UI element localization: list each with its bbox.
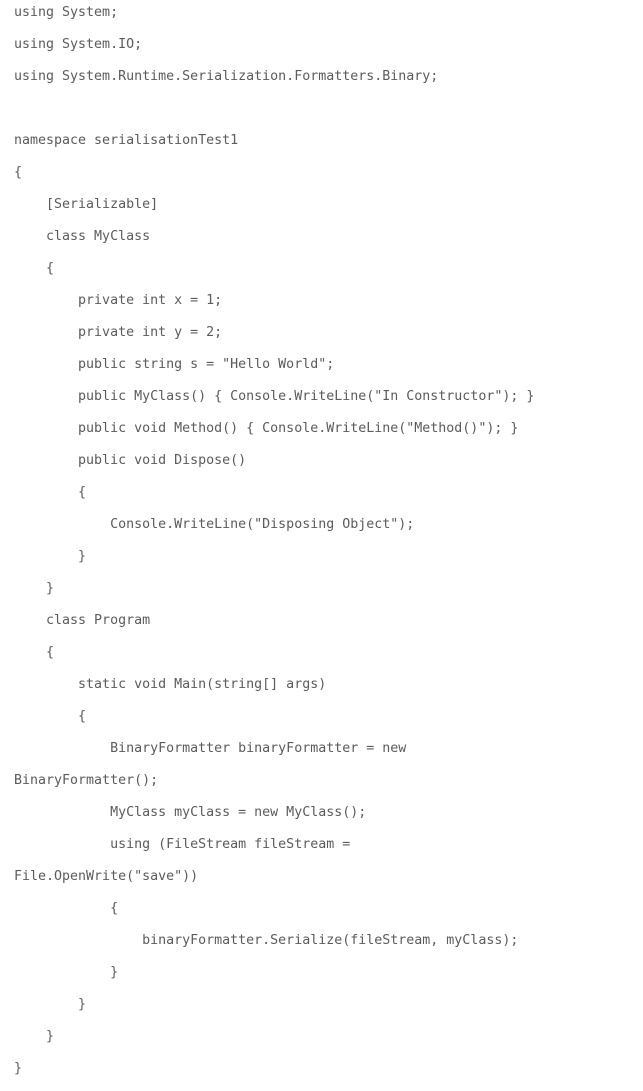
code-line: { [14, 165, 23, 180]
code-line: [Serializable] [14, 197, 159, 212]
code-line: binaryFormatter.Serialize(fileStream, my… [14, 933, 519, 948]
code-line: File.OpenWrite("save")) [14, 869, 199, 884]
code-line: MyClass myClass = new MyClass(); [14, 805, 367, 820]
code-line: public string s = "Hello World"; [14, 357, 335, 372]
code-line: using (FileStream fileStream = [14, 837, 351, 852]
code-line: BinaryFormatter(); [14, 773, 159, 788]
code-line: private int x = 1; [14, 293, 223, 308]
code-line: static void Main(string[] args) [14, 677, 327, 692]
code-line: { [14, 261, 55, 276]
code-line: private int y = 2; [14, 325, 223, 340]
code-line: } [14, 997, 87, 1012]
code-line: } [14, 549, 87, 564]
code-line: Console.WriteLine("Disposing Object"); [14, 517, 415, 532]
code-line: { [14, 901, 119, 916]
code-line: } [14, 581, 55, 596]
code-line: BinaryFormatter binaryFormatter = new [14, 741, 407, 756]
code-line: } [14, 965, 119, 980]
code-line: public void Method() { Console.WriteLine… [14, 421, 519, 436]
code-line: } [14, 1061, 23, 1076]
code-line: { [14, 709, 87, 724]
code-line: using System; [14, 5, 119, 20]
code-line: { [14, 645, 55, 660]
code-line: using System.Runtime.Serialization.Forma… [14, 69, 439, 84]
code-line: namespace serialisationTest1 [14, 133, 239, 148]
code-line: } [14, 1029, 55, 1044]
code-line: class MyClass [14, 229, 151, 244]
code-line: public void Dispose() [14, 453, 247, 468]
code-line: using System.IO; [14, 37, 143, 52]
code-line: { [14, 485, 87, 500]
code-line: public MyClass() { Console.WriteLine("In… [14, 389, 535, 404]
code-listing: using System; using System.IO; using Sys… [14, 3, 639, 1091]
code-line: class Program [14, 613, 151, 628]
